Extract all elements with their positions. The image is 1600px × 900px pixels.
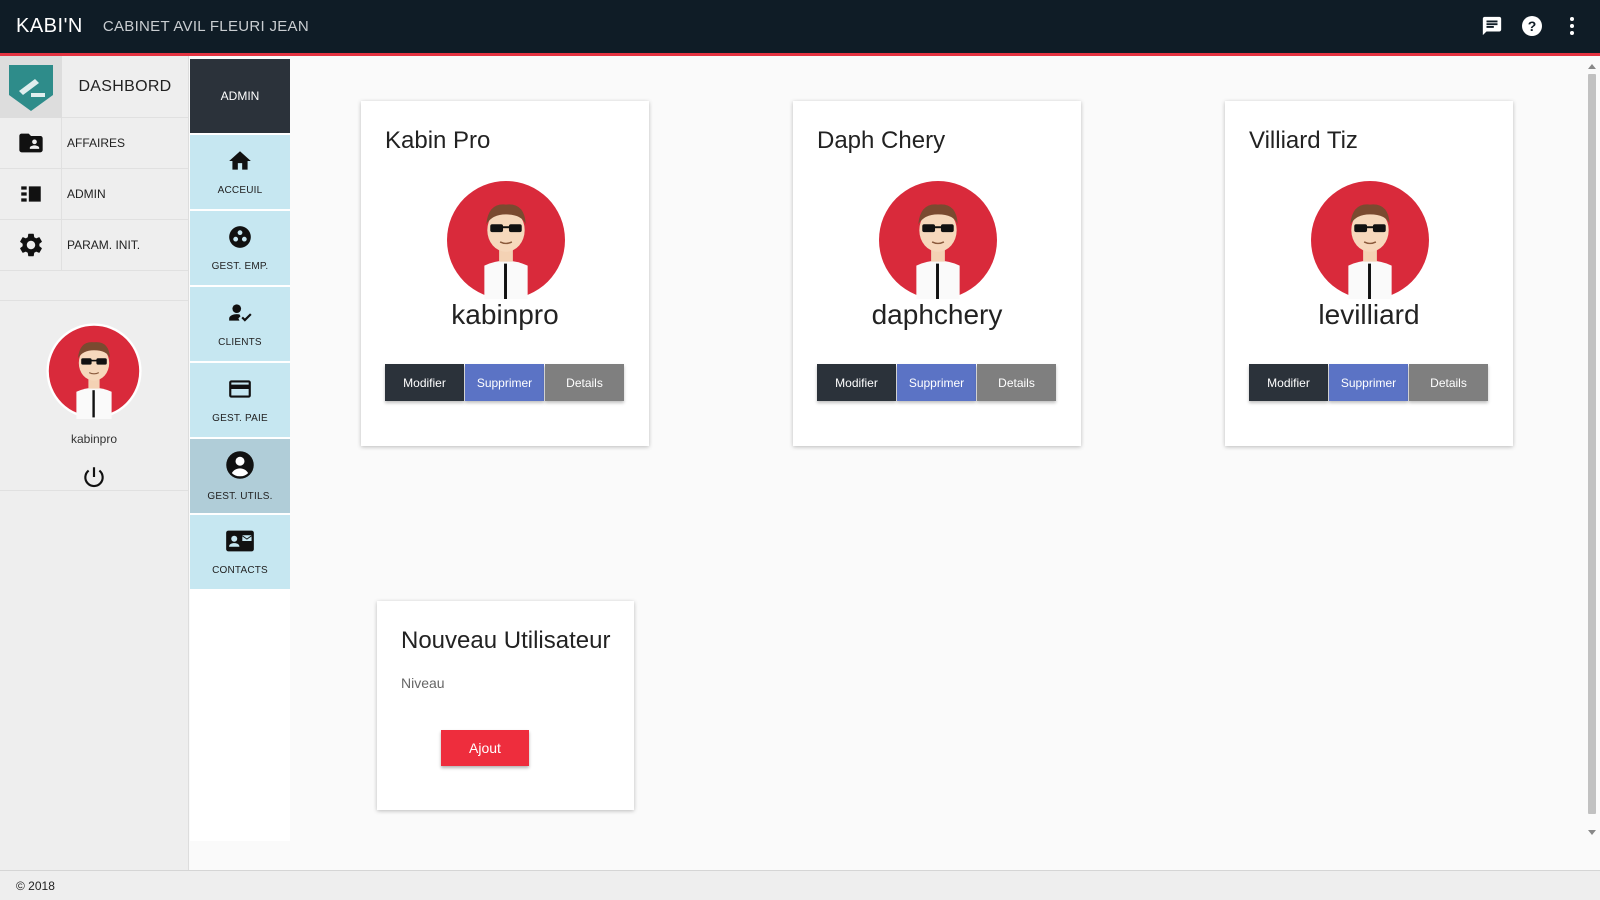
sidebar-item-label: AFFAIRES [67, 136, 126, 150]
more-vert-icon[interactable] [1560, 14, 1584, 38]
avatar [879, 181, 997, 304]
level-field[interactable]: Niveau [401, 675, 445, 691]
sidebar-item-param-init[interactable]: PARAM. INIT. [0, 220, 188, 271]
avatar [447, 181, 565, 304]
delete-button[interactable]: Supprimer [465, 364, 544, 401]
user-full-name: Daph Chery [817, 127, 946, 154]
admin-item-gest-utils[interactable]: GEST. UTILS. [190, 439, 290, 513]
delete-button[interactable]: Supprimer [1329, 364, 1408, 401]
admin-item-gest-paie[interactable]: GEST. PAIE [190, 363, 290, 437]
delete-button[interactable]: Supprimer [897, 364, 976, 401]
username: levilliard [1318, 299, 1420, 330]
sidebar-item-affaires[interactable]: AFFAIRES [0, 118, 188, 169]
top-app-bar: KABI'N CABINET AVIL FLEURI JEAN ? [0, 0, 1600, 56]
settings-icon [0, 220, 62, 270]
avatar [1311, 181, 1429, 304]
admin-item-label: ACCEUIL [217, 185, 263, 196]
group-work-icon [227, 224, 253, 255]
view-list-icon [0, 169, 62, 219]
contact-mail-icon [225, 528, 255, 559]
admin-item-label: GEST. EMP. [211, 261, 269, 272]
cabinet-name: CABINET AVIL FLEURI JEAN [102, 18, 309, 35]
help-icon[interactable]: ? [1520, 14, 1544, 38]
dashboard-label: DASHBORD [78, 77, 172, 95]
admin-item-label: CLIENTS [218, 337, 262, 348]
details-button[interactable]: Details [1409, 364, 1488, 401]
new-user-title: Nouveau Utilisateur [401, 627, 611, 654]
new-user-card: Nouveau Utilisateur Niveau Ajout [377, 601, 634, 810]
power-icon[interactable] [81, 464, 107, 495]
user-card: Kabin Pro kabinpro Modifier Supprimer De… [361, 101, 649, 446]
account-circle-icon [225, 450, 255, 485]
admin-menu: ADMIN ACCEUIL GEST. EMP. CLIENTS GEST. P… [190, 59, 290, 841]
username: kabinpro [451, 299, 559, 330]
admin-item-clients[interactable]: CLIENTS [190, 287, 290, 361]
folder-shared-icon [0, 118, 62, 168]
admin-item-label: GEST. PAIE [212, 413, 268, 424]
user-full-name: Kabin Pro [385, 127, 491, 154]
sidebar-item-admin[interactable]: ADMIN [0, 169, 188, 220]
sidebar-item-label: ADMIN [67, 187, 106, 201]
modify-button[interactable]: Modifier [1249, 364, 1328, 401]
svg-text:?: ? [1528, 18, 1537, 34]
left-sidebar: DASHBORD AFFAIRES ADMIN PARAM. INIT. kab… [0, 56, 189, 870]
details-button[interactable]: Details [545, 364, 624, 401]
profile-name: kabinpro [70, 432, 118, 446]
user-profile: kabinpro [0, 301, 188, 491]
copyright-text: © 2018 [16, 878, 55, 893]
message-icon[interactable] [1480, 14, 1504, 38]
app-brand[interactable]: KABI'N [16, 15, 83, 38]
admin-item-contacts[interactable]: CONTACTS [190, 515, 290, 589]
admin-item-acceuil[interactable]: ACCEUIL [190, 135, 290, 209]
user-full-name: Villiard Tiz [1249, 127, 1358, 154]
home-icon [227, 148, 253, 179]
sidebar-item-label: PARAM. INIT. [67, 238, 141, 252]
modify-button[interactable]: Modifier [817, 364, 896, 401]
credit-card-icon [227, 376, 253, 407]
app-logo [0, 56, 62, 118]
person-check-icon [227, 300, 253, 331]
scroll-up-arrow-icon[interactable] [1588, 64, 1596, 69]
scroll-thumb[interactable] [1588, 74, 1596, 814]
admin-item-label: GEST. UTILS. [207, 491, 273, 502]
admin-item-label: CONTACTS [212, 565, 268, 576]
avatar[interactable] [46, 323, 142, 424]
modify-button[interactable]: Modifier [385, 364, 464, 401]
scroll-down-arrow-icon[interactable] [1588, 830, 1596, 835]
vertical-scrollbar[interactable] [1585, 60, 1600, 840]
user-card: Daph Chery daphchery Modifier Supprimer … [793, 101, 1081, 446]
admin-menu-header: ADMIN [190, 59, 290, 133]
username: daphchery [871, 299, 1003, 330]
admin-item-gest-emp[interactable]: GEST. EMP. [190, 211, 290, 285]
dashboard-header[interactable]: DASHBORD [0, 56, 188, 118]
add-user-button[interactable]: Ajout [441, 730, 529, 766]
details-button[interactable]: Details [977, 364, 1056, 401]
footer: © 2018 [0, 870, 1600, 900]
user-card: Villiard Tiz levilliard Modifier Supprim… [1225, 101, 1513, 446]
